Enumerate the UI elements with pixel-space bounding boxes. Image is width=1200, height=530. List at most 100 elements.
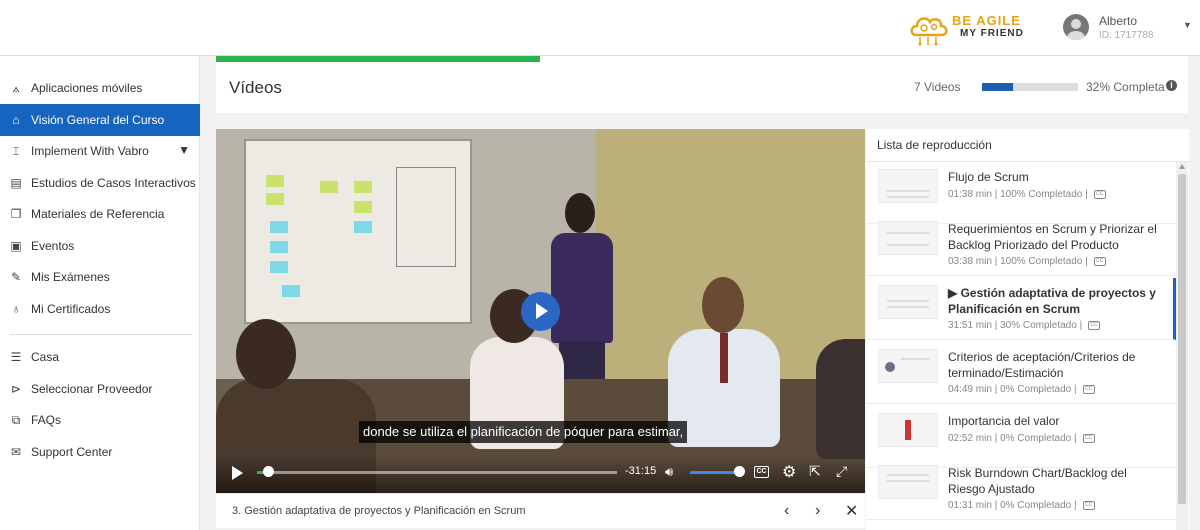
sidebar-item-case-studies[interactable]: ▤ Estudios de Casos Interactivos xyxy=(0,167,200,199)
captions-icon: CC xyxy=(1082,433,1095,443)
playlist-item-meta: 04:49 min | 0% Completado | CC xyxy=(948,384,1095,395)
playlist-item-title: Requerimientos en Scrum y Priorizar el B… xyxy=(948,222,1157,252)
video-scene-person xyxy=(816,339,865,459)
seek-handle[interactable] xyxy=(262,466,274,477)
scrollbar-thumb[interactable] xyxy=(1178,174,1186,504)
time-remaining: -31:15 xyxy=(625,465,657,477)
seek-bar[interactable] xyxy=(257,471,617,474)
chevron-down-icon[interactable]: ▼ xyxy=(1183,20,1192,30)
playlist-title: Lista de reproducción xyxy=(877,138,992,152)
avatar[interactable] xyxy=(1063,14,1089,40)
user-name[interactable]: Alberto xyxy=(1099,14,1137,28)
list-icon: ☰ xyxy=(10,350,22,364)
sidebar-item-events[interactable]: ▣ Eventos xyxy=(0,230,200,262)
captions-icon: CC xyxy=(1082,384,1095,394)
closed-captions-icon[interactable]: CC xyxy=(754,466,769,478)
play-button[interactable] xyxy=(521,292,560,331)
volume-handle[interactable] xyxy=(734,466,745,477)
playlist-item-meta: 01:38 min | 100% Completado | CC xyxy=(948,189,1106,200)
sidebar-item-my-certificates[interactable]: ♁ Mi Certificados xyxy=(0,293,200,325)
page-title: Vídeos xyxy=(229,78,282,97)
captions-icon: CC xyxy=(1093,189,1106,199)
sidebar-item-faqs[interactable]: ⧉ FAQs xyxy=(0,404,200,436)
chevron-right-icon[interactable]: › xyxy=(815,502,820,520)
header-accent-bar xyxy=(216,56,540,62)
user-id: ID: 1717788 xyxy=(1099,30,1154,41)
popout-icon[interactable]: ⇱ xyxy=(809,463,821,480)
playlist-item-meta: 01:31 min | 0% Completado | CC xyxy=(948,500,1095,511)
sidebar: ⟑ Aplicaciones móviles ⌂ Visión General … xyxy=(0,56,200,530)
playlist-item-meta: 31:51 min | 30% Completado | CC xyxy=(948,320,1101,331)
playlist-panel: Lista de reproducción Flujo de Scrum 01:… xyxy=(866,129,1189,530)
playlist-item-title: Importancia del valor xyxy=(948,414,1060,428)
home-icon: ⌂ xyxy=(12,113,20,127)
sidebar-item-mobile-apps[interactable]: ⟑ Aplicaciones móviles xyxy=(0,72,200,104)
captions-icon: CC xyxy=(1082,500,1095,510)
sidebar-item-label: Implement With Vabro xyxy=(31,144,149,158)
video-thumbnail xyxy=(878,169,938,203)
faq-icon: ⧉ xyxy=(11,412,21,427)
vabro-icon: ⌶ xyxy=(12,143,20,158)
video-thumbnail xyxy=(878,349,938,383)
sidebar-item-label: Seleccionar Proveedor xyxy=(31,382,153,396)
support-icon: ✉ xyxy=(10,445,22,459)
sidebar-item-home[interactable]: ☰ Casa xyxy=(0,341,200,373)
brand-logo[interactable]: BE AGILE MY FRIEND xyxy=(908,9,1028,47)
playlist-item-title: Flujo de Scrum xyxy=(948,170,1029,184)
course-progress-bar xyxy=(982,83,1078,91)
sidebar-item-select-provider[interactable]: ⊳ Seleccionar Proveedor xyxy=(0,373,200,405)
video-thumbnail xyxy=(878,413,938,447)
sidebar-item-label: Mis Exámenes xyxy=(31,270,110,284)
volume-icon[interactable]: 🔊︎ xyxy=(665,464,673,480)
info-icon[interactable]: i xyxy=(1166,80,1177,91)
sidebar-item-course-overview[interactable]: ⌂ Visión General del Curso xyxy=(0,104,200,136)
chevron-left-icon[interactable]: ‹ xyxy=(784,502,789,520)
gear-icon[interactable]: ⚙ xyxy=(782,462,796,482)
cloud-gears-icon xyxy=(910,17,948,46)
chevron-down-icon[interactable]: ▼ xyxy=(178,143,190,157)
video-thumbnail xyxy=(878,221,938,255)
sidebar-item-my-exams[interactable]: ✎ Mis Exámenes xyxy=(0,261,200,293)
sidebar-item-label: Aplicaciones móviles xyxy=(31,81,143,95)
playlist-item-title: Risk Burndown Chart/Backlog del Riesgo A… xyxy=(948,466,1127,496)
mobile-apps-icon: ⟑ xyxy=(12,80,20,95)
sidebar-item-label: Eventos xyxy=(31,239,75,253)
sidebar-item-label: Casa xyxy=(31,350,60,364)
sidebar-item-label: Visión General del Curso xyxy=(31,113,165,127)
exam-icon: ✎ xyxy=(10,270,22,284)
calendar-icon: ▣ xyxy=(10,239,22,253)
brand-line2: MY FRIEND xyxy=(960,28,1024,39)
sidebar-item-implement-vabro[interactable]: ⌶ Implement With Vabro ▼ xyxy=(0,135,200,167)
close-icon[interactable]: ✕ xyxy=(845,501,858,521)
playlist-item-meta: 03:38 min | 100% Completado | CC xyxy=(948,256,1106,267)
play-icon[interactable] xyxy=(232,466,243,480)
sidebar-item-reference-materials[interactable]: ❐ Materiales de Referencia xyxy=(0,198,200,230)
fullscreen-icon[interactable]: ⤢ xyxy=(836,463,847,480)
video-player[interactable]: donde se utiliza el planificación de póq… xyxy=(216,129,865,493)
case-studies-icon: ▤ xyxy=(10,176,22,190)
playlist-item-title: ▶ Gestión adaptativa de proyectos y Plan… xyxy=(948,286,1156,316)
brand-line1: BE AGILE xyxy=(952,13,1021,28)
video-thumbnail xyxy=(878,285,938,319)
sidebar-item-label: FAQs xyxy=(31,413,62,427)
sidebar-item-support-center[interactable]: ✉ Support Center xyxy=(0,436,200,468)
sidebar-item-label: Materiales de Referencia xyxy=(31,207,165,221)
provider-icon: ⊳ xyxy=(10,382,22,396)
playlist-scrollbar[interactable] xyxy=(1176,162,1188,530)
playlist-item[interactable]: Risk Burndown Chart/Backlog del Riesgo A… xyxy=(866,458,1176,520)
video-footer: 3. Gestión adaptativa de proyectos y Pla… xyxy=(216,493,865,528)
captions-icon: CC xyxy=(1093,256,1106,266)
video-count: 7 Videos xyxy=(914,80,961,94)
captions-icon: CC xyxy=(1088,320,1101,330)
playlist-item[interactable]: Criterios de aceptación/Criterios de ter… xyxy=(866,342,1176,404)
sidebar-divider xyxy=(10,334,192,335)
playlist-item-current[interactable]: ▶ Gestión adaptativa de proyectos y Plan… xyxy=(866,278,1176,340)
playlist-item-title: Criterios de aceptación/Criterios de ter… xyxy=(948,350,1136,380)
volume-slider[interactable] xyxy=(690,471,740,474)
scroll-up-icon[interactable] xyxy=(1179,164,1185,169)
playlist-item-meta: 02:52 min | 0% Completado | CC xyxy=(948,433,1095,444)
playlist-item[interactable]: Requerimientos en Scrum y Priorizar el B… xyxy=(866,214,1176,276)
sidebar-item-label: Mi Certificados xyxy=(31,302,111,316)
videos-header: Vídeos 7 Videos 32% Completa i xyxy=(216,56,1188,113)
top-bar: BE AGILE MY FRIEND Alberto ID: 1717788 ▼ xyxy=(0,0,1200,56)
